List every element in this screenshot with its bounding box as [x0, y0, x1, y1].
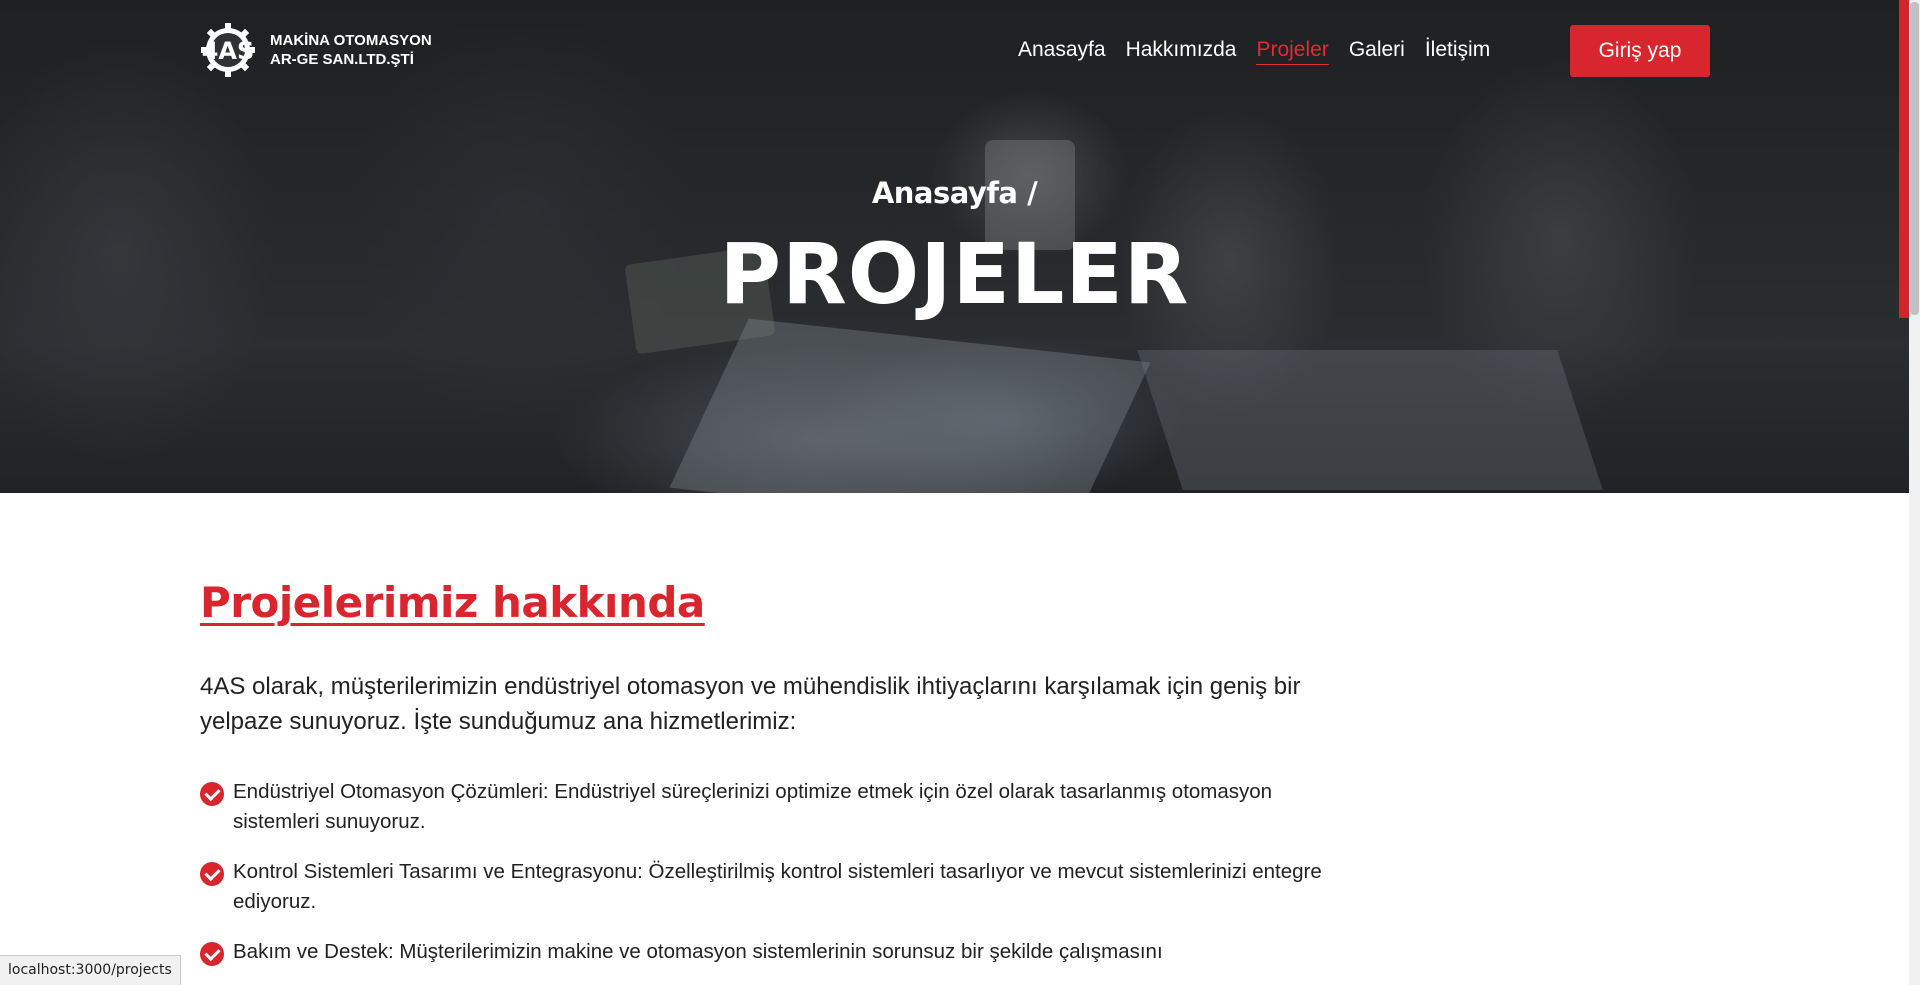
page-title: PROJELER — [719, 225, 1190, 323]
nav-link-projeler[interactable]: Projeler — [1256, 38, 1329, 65]
login-button[interactable]: Giriş yap — [1570, 25, 1710, 77]
gear-logo-icon: 4AS — [201, 23, 255, 77]
logo-text: MAKİNA OTOMASYON AR-GE SAN.LTD.ŞTİ — [270, 31, 432, 69]
intro-paragraph: 4AS olarak, müşterilerimizin endüstriyel… — [200, 673, 1301, 735]
top-navbar: 4AS MAKİNA OTOMASYON AR-GE SAN.LTD.ŞTİ A… — [0, 0, 1909, 100]
logo-line-2: AR-GE SAN.LTD.ŞTİ — [270, 51, 414, 68]
check-circle-icon — [200, 782, 224, 806]
page-scrollbar[interactable] — [1909, 0, 1920, 985]
svg-text:4AS: 4AS — [202, 37, 255, 65]
site-logo[interactable]: 4AS MAKİNA OTOMASYON AR-GE SAN.LTD.ŞTİ — [200, 22, 432, 78]
projects-section: Projelerimiz hakkında 4AS olarak, müşter… — [200, 578, 1340, 985]
check-circle-icon — [200, 862, 224, 886]
list-item: Endüstriyel Otomasyon Çözümleri: Endüstr… — [200, 777, 1340, 837]
nav-link-anasayfa[interactable]: Anasayfa — [1018, 38, 1106, 65]
main-menu: Anasayfa Hakkımızda Projeler Galeri İlet… — [1018, 38, 1490, 65]
breadcrumb: Anasayfa / — [871, 176, 1038, 210]
scrollbar-thumb[interactable] — [1910, 2, 1919, 315]
list-item: Bakım ve Destek: Müşterilerimizin makine… — [200, 937, 1340, 967]
services-list: Endüstriyel Otomasyon Çözümleri: Endüstr… — [200, 777, 1340, 967]
list-item-text: Bakım ve Destek: Müşterilerimizin makine… — [233, 940, 1163, 963]
section-title: Projelerimiz hakkında — [200, 578, 705, 627]
list-item: Kontrol Sistemleri Tasarımı ve Entegrasy… — [200, 857, 1340, 917]
nav-link-galeri[interactable]: Galeri — [1349, 38, 1405, 65]
browser-status-url: localhost:3000/projects — [0, 955, 181, 985]
nav-link-hakkimizda[interactable]: Hakkımızda — [1126, 38, 1237, 65]
logo-line-1: MAKİNA OTOMASYON — [270, 32, 432, 49]
list-item-text: Endüstriyel Otomasyon Çözümleri: Endüstr… — [233, 780, 1273, 833]
nav-link-iletisim[interactable]: İletişim — [1425, 38, 1490, 65]
list-item-text: Kontrol Sistemleri Tasarımı ve Entegrasy… — [233, 860, 1322, 913]
check-circle-icon — [200, 942, 224, 966]
